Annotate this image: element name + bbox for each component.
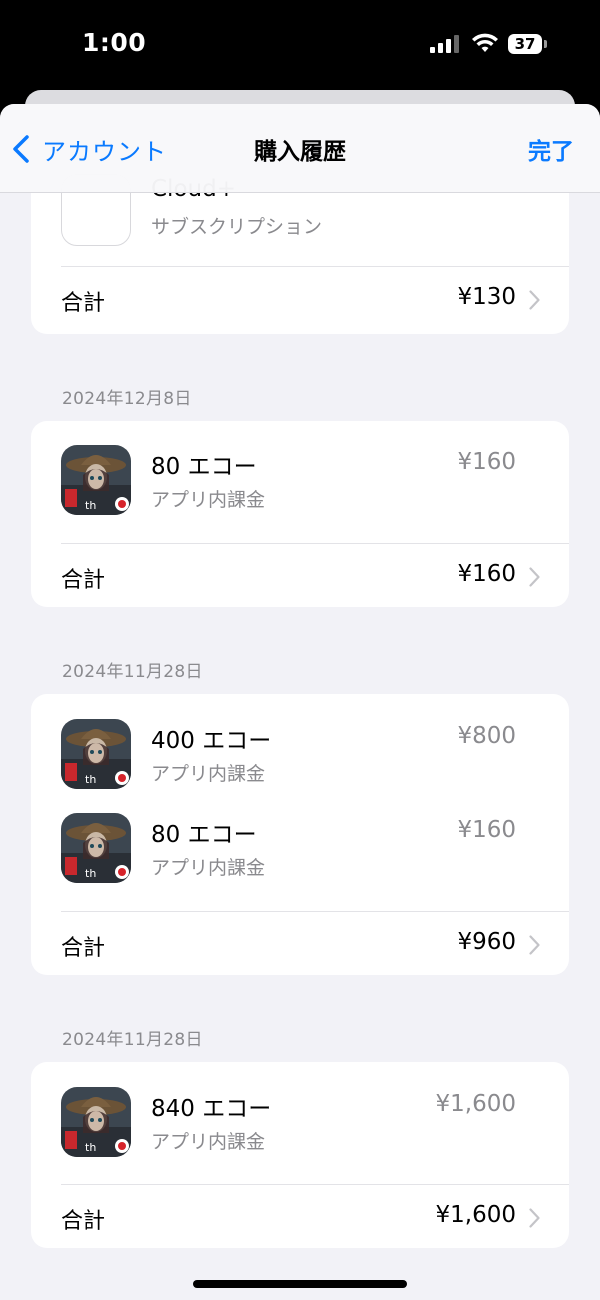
purchase-item[interactable]: th 80 エコー アプリ内課金 ¥160 [31,813,569,893]
item-price: ¥800 [457,723,516,749]
divider [61,911,569,912]
divider [61,266,569,267]
total-label: 合計 [61,568,106,593]
purchase-card: th 400 エコー アプリ内課金 ¥800 th 80 エコー アプリ内課金 … [31,694,569,975]
svg-text:th: th [85,773,96,786]
signal-icon [430,35,460,53]
page-title: 購入履歴 [254,139,346,165]
item-type: アプリ内課金 [151,1131,266,1153]
chevron-right-icon [529,935,540,955]
total-label: 合計 [61,291,106,316]
wifi-icon [472,33,498,52]
date-header: 2024年12月8日 [62,389,192,409]
status-bar: 1:00 37 [0,0,600,90]
battery-icon: 37 [508,34,542,54]
app-icon: th [61,1087,131,1157]
total-row[interactable]: 合計 ¥160 [31,546,569,606]
purchase-card: th 840 エコー アプリ内課金 ¥1,600 合計 ¥1,600 [31,1062,569,1248]
total-price: ¥160 [457,561,516,587]
svg-text:th: th [85,867,96,880]
chevron-right-icon [529,290,540,310]
total-price: ¥1,600 [435,1202,516,1228]
purchase-item[interactable]: th 840 エコー アプリ内課金 ¥1,600 [31,1087,569,1167]
item-price: ¥160 [457,817,516,843]
total-label: 合計 [61,1209,106,1234]
total-label: 合計 [61,936,106,961]
item-type: サブスクリプション [151,216,323,238]
chevron-right-icon [529,1208,540,1228]
purchase-item[interactable]: th 400 エコー アプリ内課金 ¥800 [31,719,569,799]
svg-text:th: th [85,1141,96,1154]
total-row[interactable]: 合計 ¥130 [31,269,569,329]
app-icon: th [61,813,131,883]
done-button[interactable]: 完了 [528,132,574,166]
purchase-item[interactable]: Cloud+ サブスクリプション [31,174,569,264]
item-price: ¥1,600 [435,1091,516,1117]
purchase-item[interactable]: th 80 エコー アプリ内課金 ¥160 [31,445,569,525]
item-name: 80 エコー [151,454,257,480]
date-header: 2024年11月28日 [62,1030,203,1050]
item-type: アプリ内課金 [151,489,266,511]
svg-text:th: th [85,499,96,512]
home-indicator[interactable] [193,1280,407,1288]
date-header: 2024年11月28日 [62,662,203,682]
status-time: 1:00 [82,28,147,57]
navigation-bar: アカウント 購入履歴 完了 [0,104,600,193]
total-row[interactable]: 合計 ¥1,600 [31,1187,569,1247]
item-name: 400 エコー [151,728,272,754]
battery-nub [544,40,547,48]
total-price: ¥960 [457,929,516,955]
app-icon: th [61,719,131,789]
total-row[interactable]: 合計 ¥960 [31,914,569,974]
item-name: 840 エコー [151,1096,272,1122]
app-icon: th [61,445,131,515]
chevron-right-icon [529,567,540,587]
item-type: アプリ内課金 [151,763,266,785]
total-price: ¥130 [457,284,516,310]
purchase-card: th 80 エコー アプリ内課金 ¥160 合計 ¥160 [31,421,569,607]
item-name: 80 エコー [151,822,257,848]
item-price: ¥160 [457,449,516,475]
divider [61,1184,569,1185]
item-type: アプリ内課金 [151,857,266,879]
divider [61,543,569,544]
purchase-history-sheet: Cloud+ サブスクリプション 合計 ¥130 2024年12月8日 [0,104,600,1300]
